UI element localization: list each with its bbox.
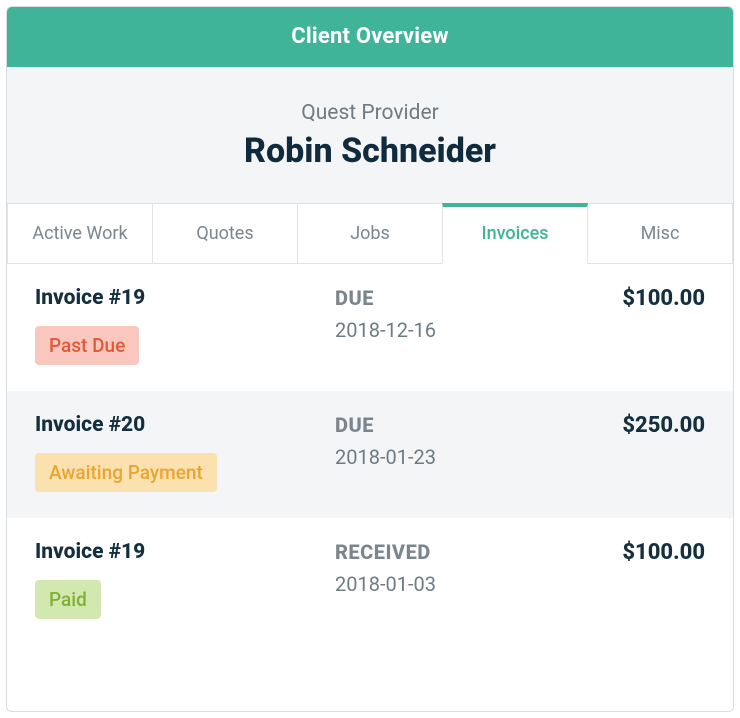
invoice-date: 2018-01-23 <box>335 445 565 469</box>
invoice-date: 2018-01-03 <box>335 572 565 596</box>
header-bar: Client Overview <box>7 7 733 67</box>
invoice-left: Invoice #19 Paid <box>35 540 335 619</box>
client-name: Robin Schneider <box>7 131 733 171</box>
invoice-right: $250.00 <box>565 413 705 492</box>
invoice-left: Invoice #19 Past Due <box>35 286 335 365</box>
tab-label: Active Work <box>32 223 127 244</box>
tab-label: Invoices <box>481 223 548 244</box>
invoice-mid: DUE 2018-12-16 <box>335 286 565 365</box>
client-company: Quest Provider <box>7 101 733 125</box>
invoice-status-label: DUE <box>335 286 565 310</box>
invoice-row[interactable]: Invoice #20 Awaiting Payment DUE 2018-01… <box>7 391 733 518</box>
tab-quotes[interactable]: Quotes <box>152 203 298 264</box>
invoice-status-label: DUE <box>335 413 565 437</box>
client-header: Quest Provider Robin Schneider <box>7 67 733 203</box>
invoice-mid: DUE 2018-01-23 <box>335 413 565 492</box>
tab-active-work[interactable]: Active Work <box>7 203 153 264</box>
tab-jobs[interactable]: Jobs <box>297 203 443 264</box>
tab-label: Jobs <box>350 223 390 244</box>
invoice-right: $100.00 <box>565 286 705 365</box>
invoice-amount: $100.00 <box>565 286 705 311</box>
status-badge: Awaiting Payment <box>35 453 217 492</box>
invoice-left: Invoice #20 Awaiting Payment <box>35 413 335 492</box>
tab-label: Quotes <box>196 223 253 244</box>
invoice-date: 2018-12-16 <box>335 318 565 342</box>
invoice-title: Invoice #20 <box>35 413 335 437</box>
invoice-list: Invoice #19 Past Due DUE 2018-12-16 $100… <box>7 264 733 711</box>
header-title: Client Overview <box>291 24 448 49</box>
tab-label: Misc <box>641 223 680 244</box>
invoice-title: Invoice #19 <box>35 540 335 564</box>
invoice-amount: $250.00 <box>565 413 705 438</box>
invoice-row[interactable]: Invoice #19 Paid RECEIVED 2018-01-03 $10… <box>7 518 733 645</box>
invoice-mid: RECEIVED 2018-01-03 <box>335 540 565 619</box>
tab-misc[interactable]: Misc <box>587 203 733 264</box>
invoice-right: $100.00 <box>565 540 705 619</box>
tab-invoices[interactable]: Invoices <box>442 203 588 264</box>
invoice-status-label: RECEIVED <box>335 540 565 564</box>
tabs: Active Work Quotes Jobs Invoices Misc <box>7 203 733 264</box>
status-badge: Paid <box>35 580 101 619</box>
client-overview-card: Client Overview Quest Provider Robin Sch… <box>6 6 734 712</box>
invoice-title: Invoice #19 <box>35 286 335 310</box>
invoice-row[interactable]: Invoice #19 Past Due DUE 2018-12-16 $100… <box>7 264 733 391</box>
invoice-amount: $100.00 <box>565 540 705 565</box>
status-badge: Past Due <box>35 326 139 365</box>
